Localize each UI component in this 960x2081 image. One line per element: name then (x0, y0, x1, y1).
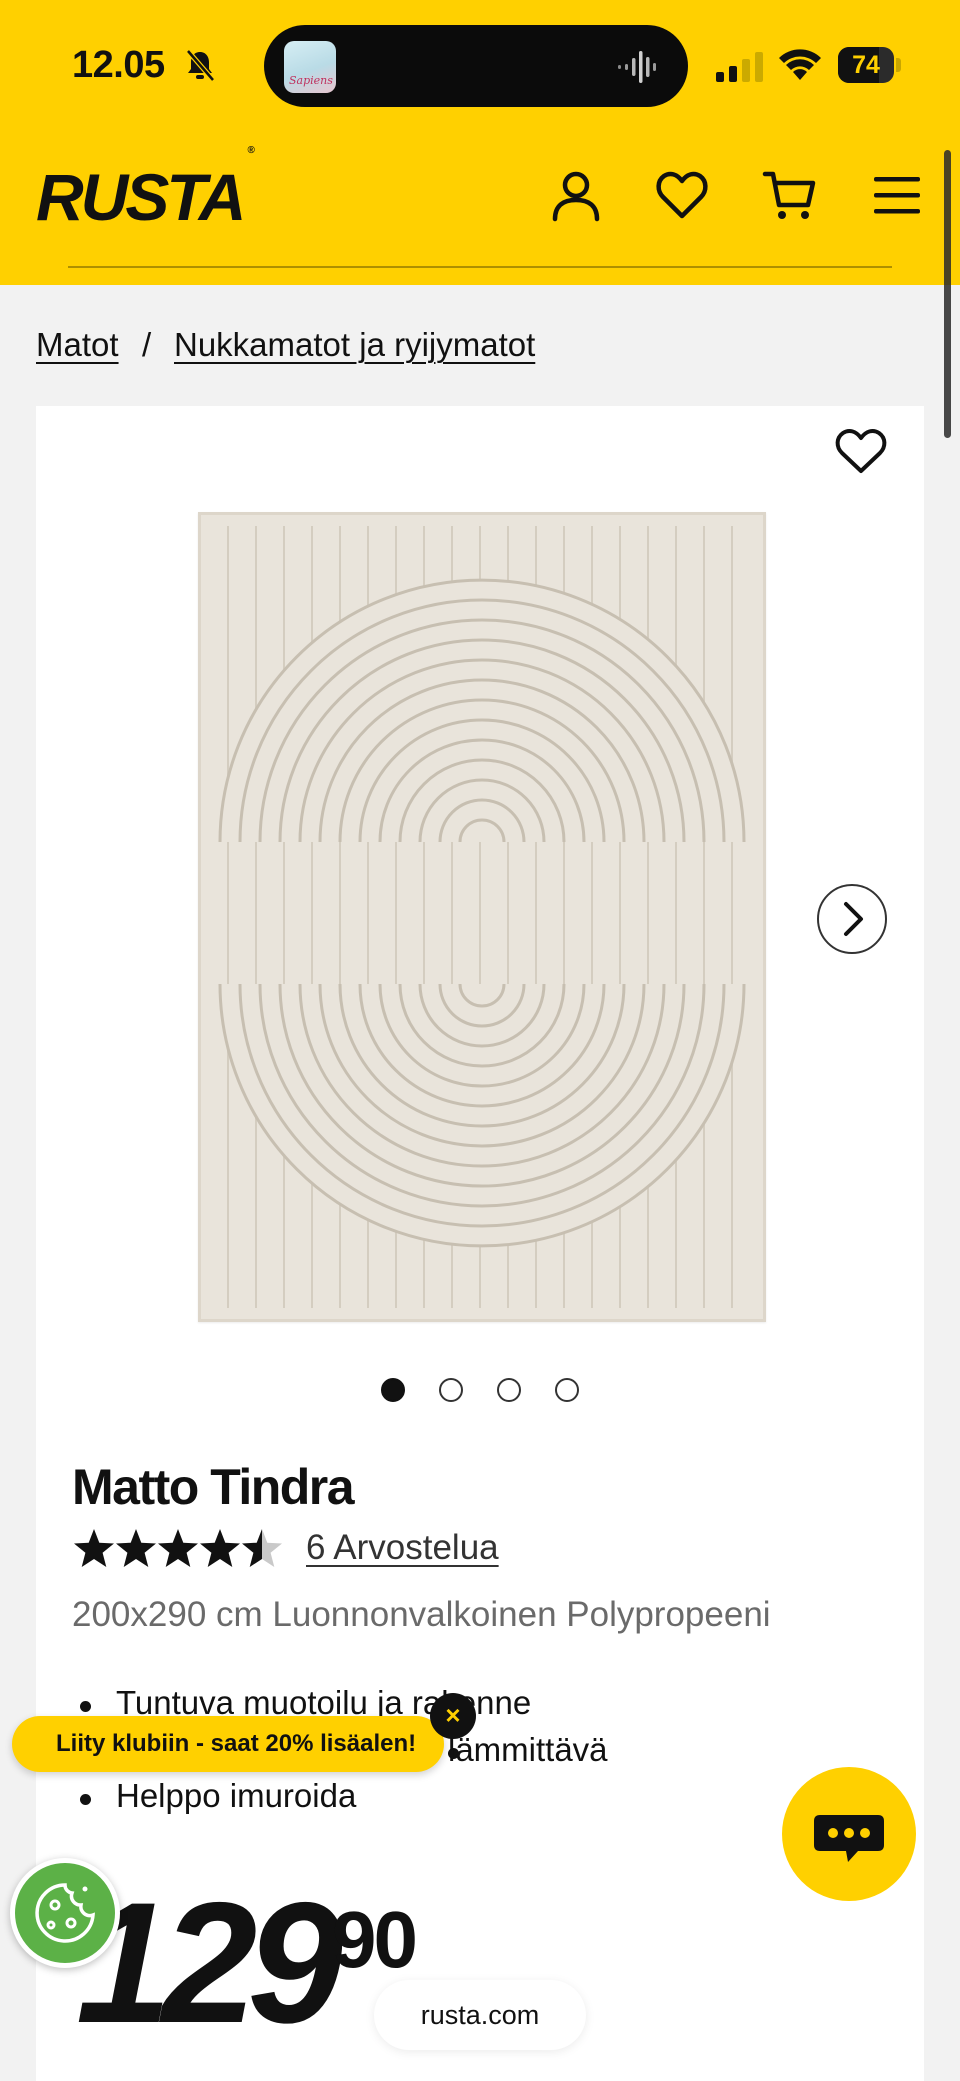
promo-close-button[interactable]: × (430, 1693, 476, 1739)
rug-pattern (218, 526, 746, 1308)
product-variant: 200x290 cm Luonnonvalkoinen Polypropeeni (72, 1595, 771, 1634)
album-artwork: Sapiens (284, 41, 336, 93)
star-icon (158, 1529, 198, 1567)
status-time: 12.05 (72, 44, 165, 86)
gallery-dot[interactable] (439, 1378, 463, 1402)
cookie-icon (35, 1883, 95, 1943)
cellular-signal-icon (716, 52, 763, 82)
header-divider (68, 266, 892, 268)
star-icon (116, 1529, 156, 1567)
logo-registered-mark: ® (247, 145, 255, 156)
wishlist-heart-icon[interactable] (834, 426, 888, 476)
bell-muted-icon (186, 49, 215, 82)
breadcrumb-link-nukkamatot[interactable]: Nukkamatot ja ryijymatot (174, 326, 535, 364)
product-title: Matto Tindra (72, 1459, 355, 1515)
browser-url-bar[interactable]: rusta.com (374, 1980, 586, 2050)
feature-text: Helppo imuroida (116, 1777, 357, 1814)
scrollbar-thumb[interactable] (944, 150, 951, 438)
cookie-consent-button[interactable] (10, 1858, 120, 1968)
logo-text: RUSTA (36, 160, 246, 234)
battery-percent: 74 (852, 51, 880, 79)
battery-cap (896, 58, 901, 72)
wifi-icon (779, 49, 821, 80)
rating-stars (74, 1529, 282, 1567)
dynamic-island[interactable]: Sapiens (264, 25, 688, 107)
chat-bubble-icon (814, 1815, 884, 1862)
rusta-logo[interactable]: RUSTA® (36, 145, 255, 234)
user-icon[interactable] (548, 167, 604, 223)
club-promo-banner[interactable]: Liity klubiin - saat 20% lisäalen! (12, 1716, 444, 1772)
battery-indicator: 74 (838, 47, 902, 83)
product-image-rug[interactable] (198, 512, 766, 1322)
cart-icon[interactable] (762, 167, 818, 223)
gallery-dot[interactable] (497, 1378, 521, 1402)
album-artwork-text: Sapiens (289, 74, 333, 87)
audio-waveform-icon (618, 51, 656, 83)
reviews-link[interactable]: 6 Arvostelua (306, 1528, 499, 1568)
promo-text: Liity klubiin - saat 20% lisäalen! (56, 1730, 417, 1757)
feature-text: lämmittävä (448, 1731, 608, 1768)
gallery-dot[interactable] (381, 1378, 405, 1402)
star-icon (242, 1529, 282, 1567)
gallery-dot[interactable] (555, 1378, 579, 1402)
breadcrumb-separator: / (142, 326, 152, 363)
star-icon (74, 1529, 114, 1567)
breadcrumb-link-matot[interactable]: Matot (36, 326, 119, 364)
battery-body: 74 (838, 47, 894, 83)
chat-button[interactable] (782, 1767, 916, 1901)
chevron-right-icon (844, 902, 863, 936)
star-icon (200, 1529, 240, 1567)
heart-icon[interactable] (654, 167, 710, 223)
gallery-next-button[interactable] (817, 884, 887, 954)
price-decimals: 90 (332, 1895, 418, 1984)
menu-icon[interactable] (870, 167, 926, 223)
